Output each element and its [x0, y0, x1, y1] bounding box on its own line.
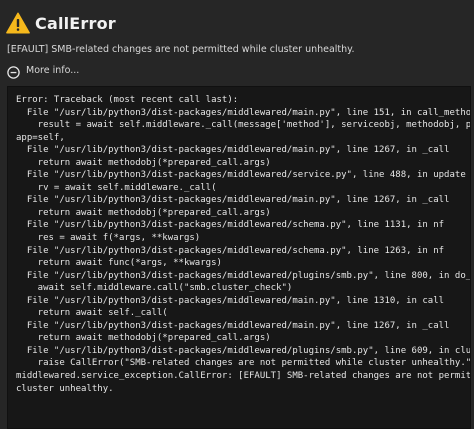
dialog-title: CallError	[35, 13, 116, 33]
error-dialog: CallError [EFAULT] SMB-related changes a…	[0, 0, 474, 429]
more-info-label: More info...	[26, 64, 80, 76]
more-info-toggle[interactable]: More info...	[7, 61, 79, 79]
traceback-panel[interactable]: Error: Traceback (most recent call last)…	[7, 86, 471, 429]
dialog-header: CallError	[6, 10, 116, 36]
warning-triangle-icon	[6, 12, 30, 34]
traceback-text: Error: Traceback (most recent call last)…	[16, 95, 471, 394]
error-message: [EFAULT] SMB-related changes are not per…	[7, 44, 355, 55]
minus-circle-icon	[7, 64, 20, 79]
